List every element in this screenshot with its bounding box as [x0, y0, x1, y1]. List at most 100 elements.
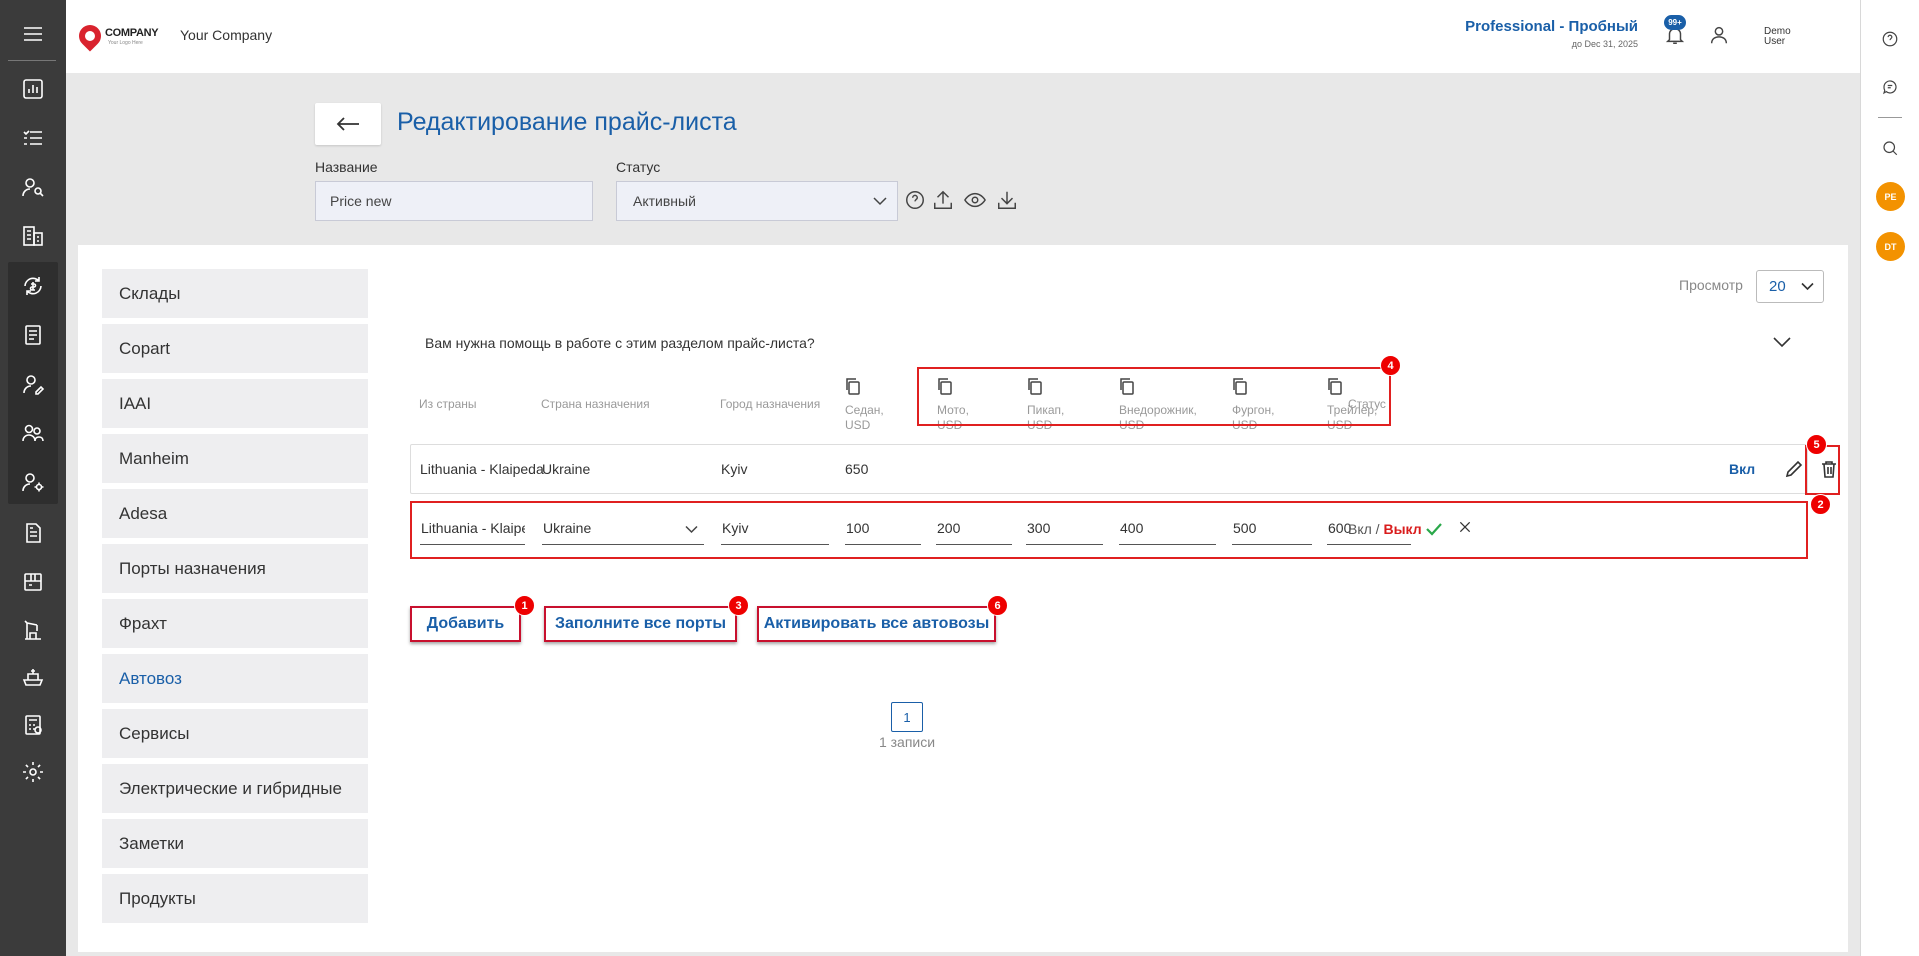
- table-row: [410, 444, 1808, 494]
- status-off[interactable]: Выкл: [1383, 521, 1421, 537]
- user-settings-icon[interactable]: [18, 467, 48, 497]
- callout-badge-6: 6: [987, 595, 1008, 616]
- right-bar-separator: [1878, 117, 1902, 118]
- menu-item-manheim[interactable]: Manheim: [102, 434, 368, 483]
- user-avatar-dt[interactable]: DT: [1876, 232, 1905, 261]
- name-label: Название: [315, 159, 378, 175]
- edit-to-city-input[interactable]: Kyiv: [721, 511, 829, 545]
- chevron-down-icon: [1801, 282, 1814, 291]
- menu-item-car-carrier[interactable]: Автовоз: [102, 654, 368, 703]
- row-status-link[interactable]: Вкл: [1729, 461, 1755, 477]
- cancel-close-icon[interactable]: [1458, 520, 1478, 540]
- eye-preview-icon[interactable]: [964, 189, 988, 213]
- records-count: 1 записи: [878, 734, 936, 750]
- column-header-to-city: Город назначения: [720, 397, 821, 411]
- menu-item-destination-ports[interactable]: Порты назначения: [102, 544, 368, 593]
- copy-icon[interactable]: [844, 377, 862, 395]
- plan-expiry: до Dec 31, 2025: [1571, 39, 1638, 49]
- chevron-down-icon: [873, 197, 887, 206]
- help-circle-icon[interactable]: [1878, 27, 1902, 51]
- buildings-icon[interactable]: [18, 221, 48, 251]
- warehouse-box-icon[interactable]: [18, 567, 48, 597]
- page-title: Редактирование прайс-листа: [397, 108, 737, 136]
- menu-item-products[interactable]: Продукты: [102, 874, 368, 923]
- status-label: Статус: [616, 159, 661, 175]
- row-from: Lithuania - Klaipeda: [420, 461, 544, 477]
- menu-item-services[interactable]: Сервисы: [102, 709, 368, 758]
- download-icon[interactable]: [996, 189, 1020, 213]
- logo-subtext: Your Logo Here: [108, 40, 143, 46]
- fill-all-ports-button[interactable]: Заполните все порты: [544, 606, 737, 642]
- menu-item-freight[interactable]: Фрахт: [102, 599, 368, 648]
- settings-gear-icon[interactable]: [18, 757, 48, 787]
- edit-from-select[interactable]: Lithuania - Klaipeda: [420, 511, 525, 545]
- edit-price-van-input[interactable]: 500: [1232, 511, 1312, 545]
- page-size-value: 20: [1769, 278, 1786, 295]
- menu-item-electric-hybrid[interactable]: Электрические и гибридные: [102, 764, 368, 813]
- status-on[interactable]: Вкл: [1348, 521, 1372, 537]
- edit-price-suv-input[interactable]: 400: [1119, 511, 1216, 545]
- upload-icon[interactable]: [932, 189, 956, 213]
- question-circle-icon[interactable]: [904, 189, 928, 213]
- help-expand-chevron-icon[interactable]: [1773, 335, 1791, 348]
- edit-price-pickup-input[interactable]: 300: [1026, 511, 1103, 545]
- edit-to-country-select[interactable]: Ukraine: [542, 511, 704, 545]
- company-logo[interactable]: COMPANY Your Logo Here: [74, 20, 171, 52]
- add-button[interactable]: Добавить: [410, 606, 521, 642]
- callout-badge-5: 5: [1806, 434, 1827, 455]
- edit-price-sedan-input[interactable]: 100: [845, 511, 921, 545]
- page-size-select[interactable]: 20: [1756, 270, 1824, 303]
- row-to-city: Kyiv: [721, 461, 748, 477]
- row-price-sedan: 650: [845, 461, 869, 477]
- arrow-left-icon: [336, 117, 359, 131]
- pagination-page-1[interactable]: 1: [891, 702, 923, 732]
- plan-name[interactable]: Professional - Пробный: [1465, 18, 1638, 35]
- edit-pencil-icon[interactable]: [1785, 460, 1805, 480]
- user-avatar-icon[interactable]: [1708, 24, 1732, 48]
- view-label: Просмотр: [1679, 277, 1743, 293]
- status-separator: /: [1371, 521, 1384, 537]
- menu-item-copart[interactable]: Copart: [102, 324, 368, 373]
- help-question[interactable]: Вам нужна помощь в работе с этим раздело…: [425, 335, 815, 351]
- callout-badge-1: 1: [514, 595, 535, 616]
- tasks-list-icon[interactable]: [18, 123, 48, 153]
- top-bar: COMPANY Your Logo Here Your Company Prof…: [66, 0, 1860, 73]
- user-name[interactable]: Demo User: [1764, 27, 1804, 47]
- menu-item-adesa[interactable]: Adesa: [102, 489, 368, 538]
- logo-text: COMPANY: [105, 27, 159, 39]
- user-edit-icon[interactable]: [18, 369, 48, 399]
- menu-item-warehouses[interactable]: Склады: [102, 269, 368, 318]
- name-input[interactable]: [315, 181, 593, 221]
- price-label: Седан,: [845, 403, 884, 417]
- back-button[interactable]: [315, 103, 381, 145]
- team-icon[interactable]: [18, 418, 48, 448]
- status-select[interactable]: Активный: [616, 181, 898, 221]
- logo-pin-icon: [74, 20, 106, 52]
- user-avatar-pe[interactable]: PE: [1876, 182, 1905, 211]
- crane-icon[interactable]: [18, 615, 48, 645]
- chat-icon[interactable]: [1878, 75, 1902, 99]
- calculator-icon[interactable]: [18, 710, 48, 740]
- status-toggle[interactable]: Вкл / Выкл: [1348, 521, 1422, 537]
- menu-item-iaai[interactable]: IAAI: [102, 379, 368, 428]
- finance-cycle-icon[interactable]: [18, 271, 48, 301]
- menu-icon[interactable]: [18, 19, 48, 49]
- callout-badge-4: 4: [1380, 355, 1401, 376]
- activate-all-carriers-button[interactable]: Активировать все автовозы: [757, 606, 996, 642]
- ship-icon[interactable]: [18, 662, 48, 692]
- invoice-icon[interactable]: [18, 518, 48, 548]
- column-header-from: Из страны: [419, 397, 477, 411]
- menu-item-notes[interactable]: Заметки: [102, 819, 368, 868]
- chevron-down-icon: [685, 525, 698, 534]
- confirm-check-icon[interactable]: [1425, 520, 1445, 540]
- dashboard-icon[interactable]: [18, 74, 48, 104]
- callout-badge-2: 2: [1810, 494, 1831, 515]
- left-nav: [0, 0, 66, 956]
- section-menu: Склады Copart IAAI Manheim Adesa Порты н…: [102, 269, 368, 929]
- users-search-icon[interactable]: [18, 172, 48, 202]
- documents-icon[interactable]: [18, 320, 48, 350]
- search-icon[interactable]: [1878, 136, 1902, 160]
- edit-price-moto-input[interactable]: 200: [936, 511, 1012, 545]
- edit-to-country-value: Ukraine: [543, 520, 592, 536]
- callout-box-price-columns: [917, 367, 1391, 426]
